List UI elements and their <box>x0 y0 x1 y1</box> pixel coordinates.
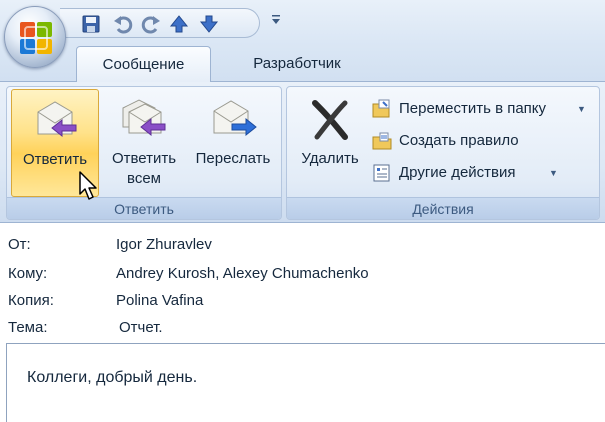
customize-qat-icon[interactable] <box>270 14 282 26</box>
forward-label: Переслать <box>195 150 271 167</box>
tab-message[interactable]: Сообщение <box>76 46 211 82</box>
delete-icon <box>312 100 348 140</box>
reply-all-label: Ответить всем <box>101 149 187 189</box>
group-actions: Удалить Переместить в папку ▼ Создать пр… <box>286 86 600 220</box>
cc-label: Копия: <box>8 292 54 309</box>
undo-icon[interactable] <box>112 13 134 35</box>
previous-item-icon[interactable] <box>168 13 190 35</box>
office-button[interactable] <box>4 6 66 68</box>
tab-developer[interactable]: Разработчик <box>222 46 372 82</box>
reply-all-label-line2: всем <box>127 170 161 187</box>
group-actions-label: Действия <box>287 197 599 219</box>
group-reply-label: Ответить <box>7 197 281 219</box>
from-label: От: <box>8 236 31 253</box>
other-actions-label: Другие действия <box>399 164 516 181</box>
from-value[interactable]: Igor Zhuravlev <box>116 233 212 257</box>
reply-all-button[interactable]: Ответить всем <box>101 89 187 197</box>
office-logo-icon <box>20 22 52 54</box>
mouse-cursor-icon <box>79 171 97 200</box>
other-actions-icon <box>373 164 390 182</box>
move-to-folder-label: Переместить в папку <box>399 100 547 117</box>
to-value[interactable]: Andrey Kurosh, Alexey Chumachenko <box>116 262 369 286</box>
create-rule-label: Создать правило <box>399 132 519 149</box>
cc-value[interactable]: Polina Vafina <box>116 289 203 313</box>
chevron-down-icon: ▼ <box>577 104 586 114</box>
create-rule-icon <box>372 132 392 150</box>
message-body[interactable]: Коллеги, добрый день. <box>6 343 605 422</box>
forward-button[interactable]: Переслать <box>187 89 279 197</box>
reply-all-label-line1: Ответить <box>111 150 177 167</box>
delete-label: Удалить <box>301 150 359 167</box>
quick-access-toolbar <box>60 8 260 38</box>
next-item-icon[interactable] <box>198 13 220 35</box>
reply-label: Ответить <box>22 151 88 168</box>
redo-icon[interactable] <box>140 13 162 35</box>
subject-label: Тема: <box>8 319 48 336</box>
move-to-folder-icon <box>372 99 390 118</box>
message-body-text: Коллеги, добрый день. <box>27 369 198 386</box>
chevron-down-icon: ▼ <box>549 168 558 178</box>
subject-value: Отчет. <box>119 319 163 336</box>
reply-all-icon <box>122 99 166 137</box>
delete-button[interactable]: Удалить <box>291 89 369 197</box>
forward-icon <box>213 100 257 137</box>
reply-icon <box>37 101 77 138</box>
save-icon[interactable] <box>80 13 102 35</box>
group-reply: Ответить Ответить всем Переслать Ответит… <box>6 86 282 220</box>
to-label: Кому: <box>8 265 48 282</box>
